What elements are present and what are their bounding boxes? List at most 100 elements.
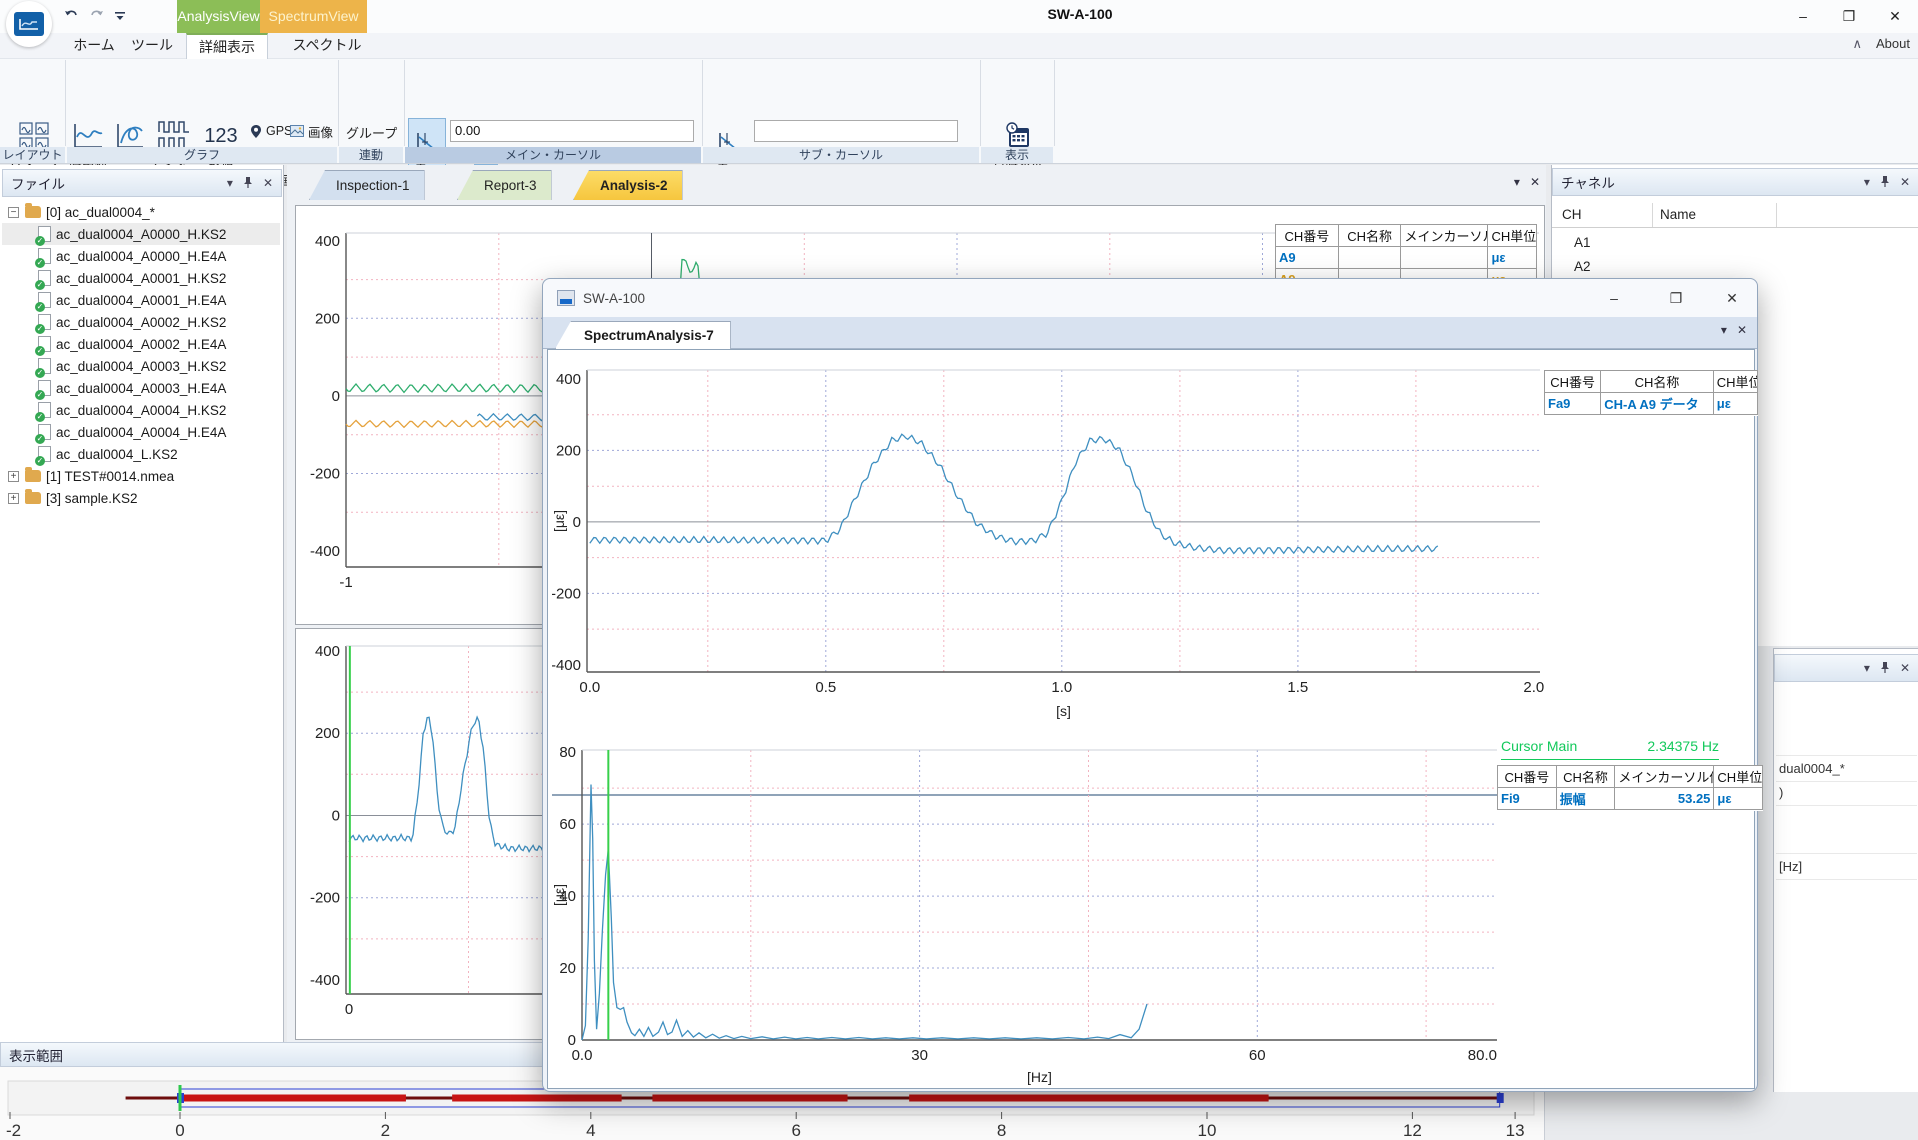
tree-item[interactable]: ac_dual0004_A0002_H.KS2 bbox=[2, 311, 280, 333]
file-icon bbox=[38, 336, 51, 352]
channel-row-a1[interactable]: A1 bbox=[1574, 235, 1591, 250]
properties-row: dual0004_* bbox=[1779, 761, 1845, 776]
pin-icon[interactable] bbox=[243, 176, 253, 191]
maximize-button[interactable]: ❐ bbox=[1826, 0, 1872, 33]
tree-item[interactable]: ac_dual0004_A0004_H.KS2 bbox=[2, 399, 280, 421]
file-icon bbox=[38, 402, 51, 418]
ribbon-tab-spectrum[interactable]: スペクトル bbox=[288, 33, 366, 59]
channel-row-a2[interactable]: A2 bbox=[1574, 259, 1591, 274]
svg-text:-200: -200 bbox=[552, 585, 581, 602]
maximize-button[interactable]: ❐ bbox=[1653, 279, 1699, 317]
channel-col-ch: CH bbox=[1562, 207, 1582, 222]
sub-cursor-value-field[interactable] bbox=[754, 120, 958, 142]
tab-inspection-1[interactable]: Inspection-1 bbox=[309, 170, 425, 200]
tree-item[interactable]: ac_dual0004_A0001_H.E4A bbox=[2, 289, 280, 311]
svg-text:0: 0 bbox=[345, 1001, 353, 1018]
tree-item[interactable]: ac_dual0004_L.KS2 bbox=[2, 443, 280, 465]
tree-item[interactable]: ac_dual0004_A0003_H.KS2 bbox=[2, 355, 280, 377]
ribbon-group-labels: レイアウト グラフ 連動 メイン・カーソル サブ・カーソル 表示 bbox=[0, 147, 1918, 164]
svg-text:2.0: 2.0 bbox=[1523, 679, 1544, 696]
file-icon bbox=[38, 380, 51, 396]
dropdown-icon[interactable]: ▾ bbox=[1514, 175, 1520, 189]
tree-item-label: ac_dual0004_A0004_H.E4A bbox=[56, 425, 226, 440]
tree-item[interactable]: ac_dual0004_A0002_H.E4A bbox=[2, 333, 280, 355]
redo-icon[interactable] bbox=[86, 7, 106, 27]
svg-text:6: 6 bbox=[791, 1121, 800, 1140]
tree-item[interactable]: −[0] ac_dual0004_* bbox=[2, 201, 280, 223]
expand-icon[interactable]: + bbox=[8, 493, 19, 504]
cursor-main-label: Cursor Main bbox=[1501, 738, 1577, 759]
tree-item[interactable]: ac_dual0004_A0000_H.E4A bbox=[2, 245, 280, 267]
spectrum-channel-table: CH番号CH名称CH単位Fa9CH-A A9 データμε bbox=[1544, 370, 1758, 416]
close-button[interactable]: ✕ bbox=[1709, 279, 1755, 317]
svg-text:[Hz]: [Hz] bbox=[1027, 1069, 1052, 1085]
image-icon bbox=[290, 125, 304, 137]
tree-item-label: [3] sample.KS2 bbox=[46, 491, 138, 506]
group-label-sub-cursor: サブ・カーソル bbox=[703, 147, 979, 163]
minimize-button[interactable]: – bbox=[1591, 279, 1637, 317]
window-title: SW-A-100 bbox=[1020, 6, 1140, 22]
tree-item[interactable]: ac_dual0004_A0001_H.KS2 bbox=[2, 267, 280, 289]
svg-text:20: 20 bbox=[559, 960, 576, 977]
svg-text:0.0: 0.0 bbox=[579, 679, 600, 696]
tree-item[interactable]: ac_dual0004_A0000_H.KS2 bbox=[2, 223, 280, 245]
ribbon-tab-home[interactable]: ホーム bbox=[67, 33, 121, 59]
svg-text:-200: -200 bbox=[310, 890, 340, 907]
tab-analysis-2[interactable]: Analysis-2 bbox=[573, 170, 683, 200]
pin-icon[interactable] bbox=[1880, 175, 1890, 190]
tree-item[interactable]: + [1] TEST#0014.nmea bbox=[2, 465, 280, 487]
dropdown-icon[interactable]: ▾ bbox=[1864, 175, 1870, 189]
group-label-main-cursor: メイン・カーソル bbox=[405, 147, 701, 163]
gps-button[interactable]: GPS bbox=[250, 122, 292, 140]
close-icon[interactable]: ✕ bbox=[1900, 175, 1910, 189]
close-icon[interactable]: ✕ bbox=[1530, 175, 1540, 189]
svg-text:400: 400 bbox=[315, 643, 340, 660]
close-icon[interactable]: ✕ bbox=[263, 176, 273, 190]
tree-item-label: [1] TEST#0014.nmea bbox=[46, 469, 174, 484]
floating-window-title: SW-A-100 bbox=[583, 291, 645, 306]
dropdown-icon[interactable]: ▾ bbox=[227, 176, 233, 190]
cursor-main-value: 2.34375 Hz bbox=[1647, 738, 1719, 759]
tree-item-label: ac_dual0004_A0003_H.E4A bbox=[56, 381, 226, 396]
tree-item[interactable]: + [3] sample.KS2 bbox=[2, 487, 280, 509]
pin-icon[interactable] bbox=[1880, 661, 1890, 676]
expand-icon[interactable]: + bbox=[8, 471, 19, 482]
collapse-icon[interactable]: − bbox=[8, 207, 19, 218]
undo-icon[interactable] bbox=[62, 7, 82, 27]
main-cursor-value-field[interactable]: 0.00 bbox=[450, 120, 694, 142]
svg-text:0: 0 bbox=[332, 388, 340, 405]
close-icon[interactable]: ✕ bbox=[1737, 323, 1747, 337]
range-panel-title: 表示範囲 bbox=[9, 1045, 63, 1065]
ribbon-tab-strip: ホーム ツール 詳細表示 スペクトル ∧ About bbox=[0, 33, 1918, 59]
tree-item-label: ac_dual0004_A0004_H.KS2 bbox=[56, 403, 226, 418]
doc-tab-strip-controls: ▾✕ bbox=[1514, 175, 1540, 189]
minimize-button[interactable]: – bbox=[1780, 0, 1826, 33]
ribbon-tab-tools[interactable]: ツール bbox=[128, 33, 176, 59]
tab-spectrum-analysis[interactable]: SpectrumAnalysis-7 bbox=[555, 321, 731, 349]
table-header: CH名称 bbox=[1601, 371, 1714, 393]
quick-access-customize-icon[interactable] bbox=[110, 7, 130, 27]
dropdown-icon[interactable]: ▾ bbox=[1721, 323, 1727, 337]
ribbon-collapse-icon[interactable]: ∧ bbox=[1853, 36, 1863, 51]
ribbon-tab-detail[interactable]: 詳細表示 bbox=[186, 33, 268, 59]
tree-item[interactable]: ac_dual0004_A0004_H.E4A bbox=[2, 421, 280, 443]
close-button[interactable]: ✕ bbox=[1872, 0, 1918, 33]
tab-report-3[interactable]: Report-3 bbox=[457, 170, 552, 200]
analysisview-button[interactable]: AnalysisView bbox=[177, 0, 260, 33]
spectrumview-button[interactable]: SpectrumView bbox=[260, 0, 367, 33]
float-tab-controls: ▾✕ bbox=[1721, 323, 1747, 337]
image-button[interactable]: 画像 bbox=[290, 122, 333, 140]
close-icon[interactable]: ✕ bbox=[1900, 661, 1910, 675]
main-channel-table: CH番号CH名称メインカーソル値CH単位A9μεA9με bbox=[1275, 224, 1537, 279]
properties-panel: ▾ ✕ dual0004_* ) [Hz] bbox=[1773, 648, 1918, 1092]
svg-text:-400: -400 bbox=[310, 543, 340, 560]
svg-text:0: 0 bbox=[175, 1121, 184, 1140]
cursor-readout: Cursor Main 2.34375 Hz bbox=[1501, 738, 1719, 760]
about-link[interactable]: About bbox=[1876, 36, 1910, 51]
dropdown-icon[interactable]: ▾ bbox=[1864, 661, 1870, 675]
app-logo[interactable] bbox=[6, 1, 52, 47]
spectrum-analysis-content: 4002000-200-4000.00.51.01.52.0[s][με] CH… bbox=[547, 349, 1755, 1089]
title-bar: AnalysisView SpectrumView SW-A-100 – ❐ ✕ bbox=[0, 0, 1918, 33]
tree-item[interactable]: ac_dual0004_A0003_H.E4A bbox=[2, 377, 280, 399]
floating-window-titlebar[interactable]: SW-A-100 bbox=[543, 279, 1757, 317]
